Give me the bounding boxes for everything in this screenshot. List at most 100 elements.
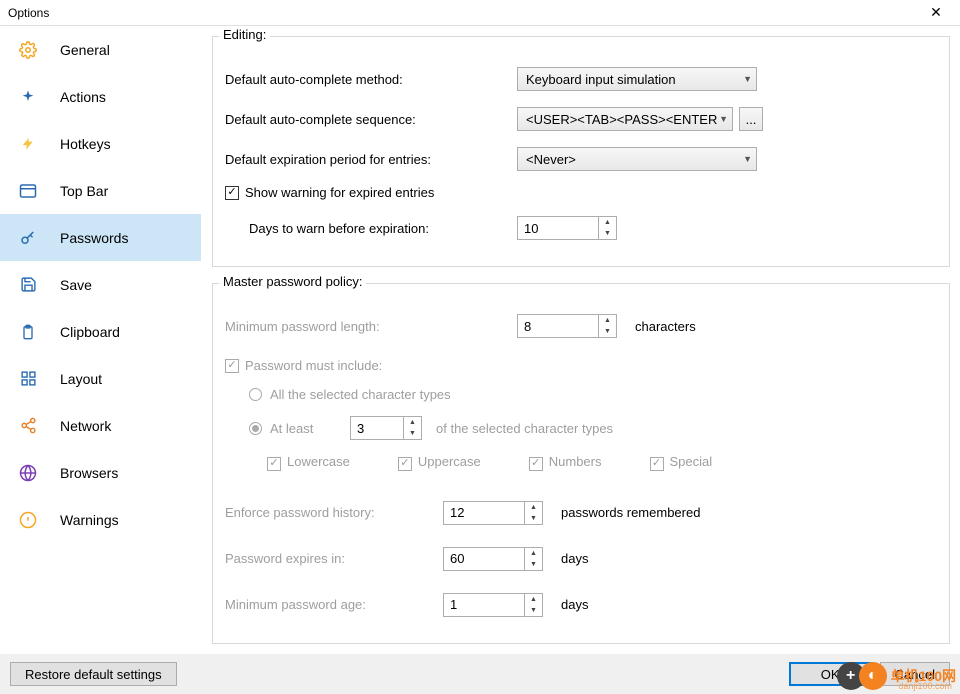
sidebar-item-general[interactable]: General [0, 26, 201, 73]
spin-down-icon[interactable]: ▼ [404, 428, 421, 439]
expiration-period-combo[interactable]: <Never> ▼ [517, 147, 757, 171]
sidebar-item-label: Warnings [60, 512, 119, 528]
policy-fieldset: Master password policy: Minimum password… [212, 283, 950, 644]
numbers-label: Numbers [549, 454, 602, 469]
minlen-label: Minimum password length: [225, 319, 517, 334]
numbers-checkbox[interactable]: ✓ [529, 457, 543, 471]
minage-unit: days [561, 597, 588, 612]
sidebar-item-hotkeys[interactable]: Hotkeys [0, 120, 201, 167]
spin-up-icon[interactable]: ▲ [404, 417, 421, 428]
spinner-value: 3 [351, 417, 403, 439]
spin-down-icon[interactable]: ▼ [525, 559, 542, 570]
lowercase-label: Lowercase [287, 454, 350, 469]
at-least-suffix: of the selected character types [436, 421, 613, 436]
chevron-down-icon: ▼ [719, 114, 728, 124]
combo-value: <USER><TAB><PASS><ENTER [526, 112, 717, 127]
save-icon [18, 275, 38, 295]
sidebar-item-browsers[interactable]: Browsers [0, 449, 201, 496]
window-title: Options [8, 6, 916, 20]
content-pane: Editing: Default auto-complete method: K… [202, 26, 960, 654]
at-least-radio[interactable] [249, 422, 262, 435]
special-checkbox[interactable]: ✓ [650, 457, 664, 471]
share-icon [18, 416, 38, 436]
spin-down-icon[interactable]: ▼ [525, 513, 542, 524]
history-unit: passwords remembered [561, 505, 700, 520]
uppercase-label: Uppercase [418, 454, 481, 469]
restore-defaults-button[interactable]: Restore default settings [10, 662, 177, 686]
warn-expired-label: Show warning for expired entries [245, 185, 434, 200]
sidebar-item-passwords[interactable]: Passwords [0, 214, 201, 261]
sidebar-item-label: Save [60, 277, 92, 293]
chevron-down-icon: ▼ [743, 74, 752, 84]
key-icon [18, 228, 38, 248]
minage-spinner[interactable]: 1 ▲▼ [443, 593, 543, 617]
warn-expired-checkbox[interactable]: ✓ [225, 186, 239, 200]
sequence-edit-button[interactable]: ... [739, 107, 763, 131]
minlen-unit: characters [635, 319, 696, 334]
autocomplete-method-combo[interactable]: Keyboard input simulation ▼ [517, 67, 757, 91]
editing-fieldset: Editing: Default auto-complete method: K… [212, 36, 950, 267]
sidebar-item-actions[interactable]: Actions [0, 73, 201, 120]
autocomplete-method-label: Default auto-complete method: [225, 72, 517, 87]
spin-down-icon[interactable]: ▼ [525, 605, 542, 616]
sidebar-item-topbar[interactable]: Top Bar [0, 167, 201, 214]
bolt-icon [18, 134, 38, 154]
sidebar-item-save[interactable]: Save [0, 261, 201, 308]
spin-down-icon[interactable]: ▼ [599, 228, 616, 239]
sidebar-item-label: Passwords [60, 230, 128, 246]
spin-down-icon[interactable]: ▼ [599, 326, 616, 337]
spin-up-icon[interactable]: ▲ [525, 502, 542, 513]
sidebar-item-label: General [60, 42, 110, 58]
titlebar: Options ✕ [0, 0, 960, 26]
sidebar-item-label: Actions [60, 89, 106, 105]
sidebar: General Actions Hotkeys Top Bar Password [0, 26, 202, 654]
policy-legend: Master password policy: [219, 274, 366, 289]
at-least-spinner[interactable]: 3 ▲▼ [350, 416, 422, 440]
main-area: General Actions Hotkeys Top Bar Password [0, 26, 960, 654]
days-warn-spinner[interactable]: 10 ▲▼ [517, 216, 617, 240]
expires-spinner[interactable]: 60 ▲▼ [443, 547, 543, 571]
globe-icon [18, 463, 38, 483]
layout-icon [18, 369, 38, 389]
minlen-spinner[interactable]: 8 ▲▼ [517, 314, 617, 338]
sidebar-item-clipboard[interactable]: Clipboard [0, 308, 201, 355]
warning-icon [18, 510, 38, 530]
expires-label: Password expires in: [225, 551, 443, 566]
combo-value: <Never> [526, 152, 576, 167]
sidebar-item-label: Layout [60, 371, 102, 387]
sparkle-icon [18, 87, 38, 107]
history-label: Enforce password history: [225, 505, 443, 520]
close-icon[interactable]: ✕ [916, 4, 956, 21]
topbar-icon [18, 181, 38, 201]
sidebar-item-label: Network [60, 418, 111, 434]
spin-up-icon[interactable]: ▲ [525, 548, 542, 559]
ok-button[interactable]: OK [789, 662, 872, 686]
spin-up-icon[interactable]: ▲ [599, 315, 616, 326]
at-least-label: At least [270, 421, 350, 436]
uppercase-checkbox[interactable]: ✓ [398, 457, 412, 471]
clipboard-icon [18, 322, 38, 342]
lowercase-checkbox[interactable]: ✓ [267, 457, 281, 471]
sidebar-item-layout[interactable]: Layout [0, 355, 201, 402]
spin-up-icon[interactable]: ▲ [599, 217, 616, 228]
password-include-checkbox[interactable]: ✓ [225, 359, 239, 373]
sidebar-item-label: Top Bar [60, 183, 108, 199]
spinner-value: 12 [444, 502, 524, 524]
editing-legend: Editing: [219, 27, 270, 42]
sidebar-item-network[interactable]: Network [0, 402, 201, 449]
spinner-value: 60 [444, 548, 524, 570]
footer: Restore default settings OK Cancel [0, 654, 960, 694]
days-warn-label: Days to warn before expiration: [249, 221, 517, 236]
gear-icon [18, 40, 38, 60]
autocomplete-sequence-combo[interactable]: <USER><TAB><PASS><ENTER ▼ [517, 107, 733, 131]
spinner-value: 8 [518, 315, 598, 337]
all-types-radio[interactable] [249, 388, 262, 401]
history-spinner[interactable]: 12 ▲▼ [443, 501, 543, 525]
sidebar-item-warnings[interactable]: Warnings [0, 496, 201, 543]
spinner-value: 1 [444, 594, 524, 616]
special-label: Special [670, 454, 713, 469]
cancel-button[interactable]: Cancel [880, 662, 950, 686]
chevron-down-icon: ▼ [743, 154, 752, 164]
spin-up-icon[interactable]: ▲ [525, 594, 542, 605]
autocomplete-sequence-label: Default auto-complete sequence: [225, 112, 517, 127]
